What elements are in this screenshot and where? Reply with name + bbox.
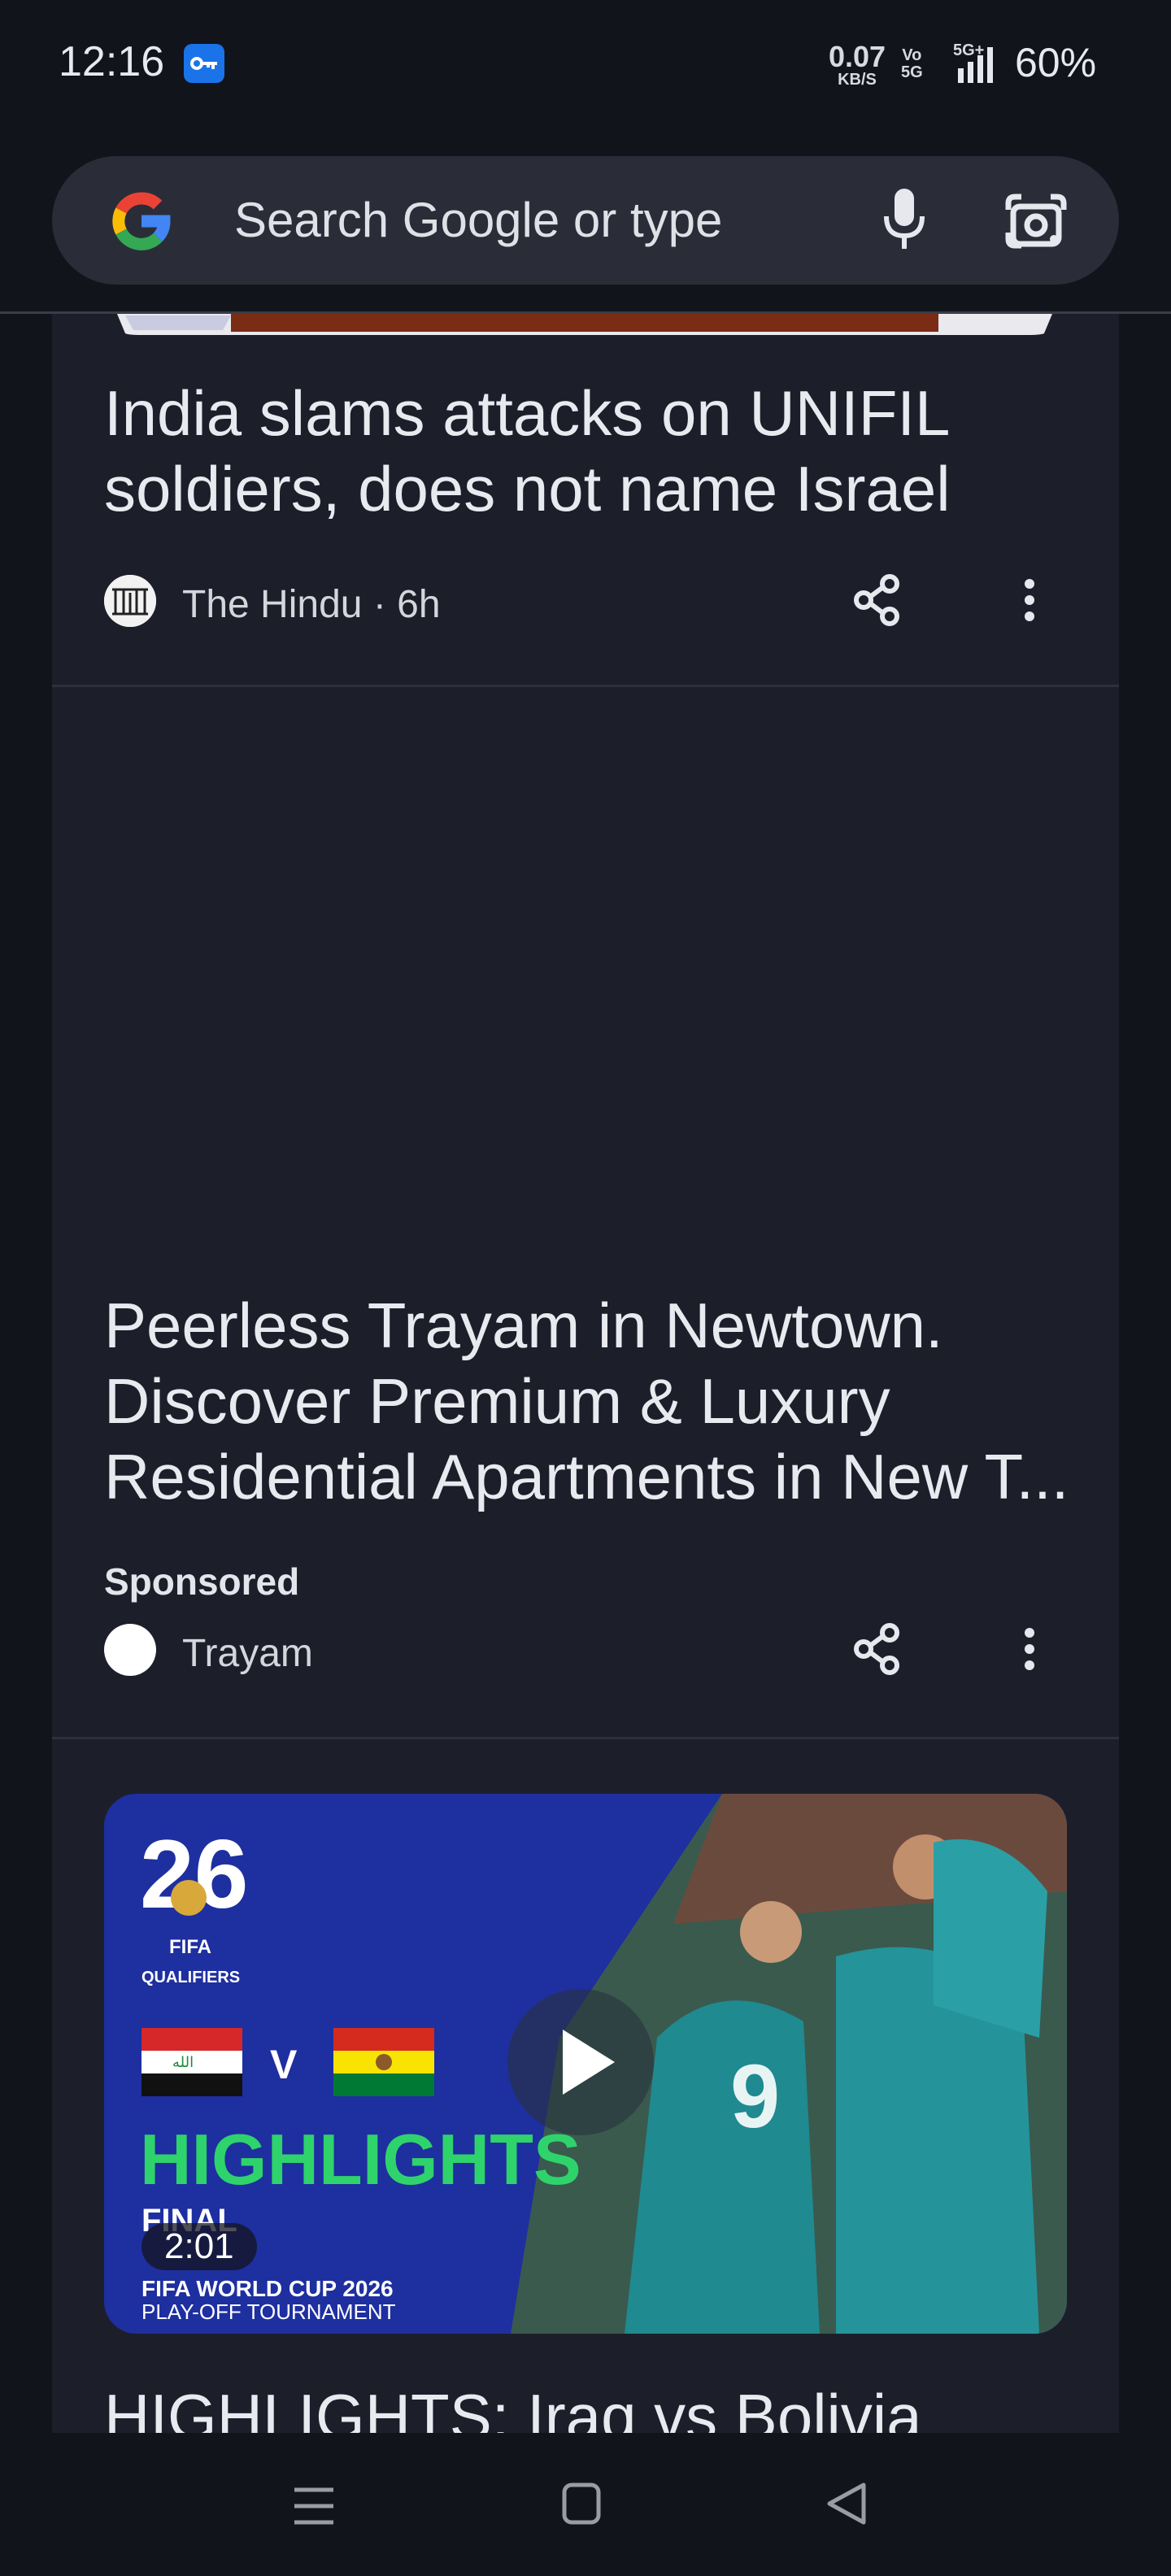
thumb-qualifiers: QUALIFIERS (141, 1969, 240, 1986)
play-icon[interactable] (507, 1989, 654, 2135)
video-headline[interactable]: HIGHLIGHTS: Iraq vs Bolivia (104, 2379, 1088, 2433)
signal-icon: 5G+ (953, 41, 993, 83)
share-icon[interactable] (852, 574, 901, 626)
article-meta: The Hindu · 6h (182, 582, 441, 627)
article-time: 6h (397, 583, 441, 626)
share-icon[interactable] (852, 1623, 901, 1675)
status-bar: 12:16 0.07 KB/S Vo 5G 5G+ 60% (0, 0, 1171, 130)
meta-separator: · (372, 583, 398, 626)
thumb-jersey-number: 9 (730, 2047, 780, 2147)
thumb-tournament-1: FIFA WORLD CUP 2026 (141, 2276, 394, 2301)
article-headline[interactable]: India slams attacks on UNIFIL soldiers, … (104, 376, 1088, 527)
video-thumbnail[interactable]: 9 26 FIFA QUALIFIERS الله V HIGHLIGHTS F… (104, 1794, 1067, 2334)
ad-image-placeholder[interactable] (52, 687, 1119, 1191)
home-icon[interactable] (561, 2482, 602, 2526)
the-hindu-logo-icon (104, 575, 156, 627)
trayam-logo-icon (104, 1624, 156, 1676)
svg-text:الله: الله (172, 2054, 194, 2071)
more-options-icon[interactable] (1021, 1628, 1038, 1670)
previous-article-image (52, 314, 1119, 335)
volte-indicator: Vo 5G (901, 47, 923, 81)
search-input[interactable]: Search Google or type (234, 192, 722, 248)
volte-bottom: 5G (901, 63, 923, 81)
thumb-fifa: FIFA (169, 1936, 211, 1958)
recent-apps-icon[interactable] (293, 2485, 335, 2527)
vpn-key-icon (184, 44, 224, 83)
ad-headline[interactable]: Peerless Trayam in Newtown. Discover Pre… (104, 1288, 1088, 1515)
card-divider (52, 1737, 1119, 1739)
article-source: The Hindu (182, 583, 363, 626)
thumb-versus: V (270, 2042, 298, 2087)
news-feed[interactable]: India slams attacks on UNIFIL soldiers, … (52, 314, 1119, 2433)
ad-source-row: Trayam (104, 1621, 1080, 1678)
thumb-tournament-2: PLAY-OFF TOURNAMENT (141, 2300, 396, 2324)
camera-lens-icon[interactable] (1003, 189, 1069, 254)
more-options-icon[interactable] (1021, 579, 1038, 621)
network-speed-unit: KB/S (838, 71, 877, 89)
back-icon[interactable] (825, 2480, 868, 2527)
status-time: 12:16 (59, 38, 165, 85)
network-speed-value: 0.07 (828, 40, 886, 73)
search-bar[interactable]: Search Google or type (52, 156, 1119, 285)
sponsored-label: Sponsored (104, 1560, 300, 1603)
google-logo-icon (112, 192, 171, 250)
system-nav-bar (0, 2433, 1171, 2576)
ad-source: Trayam (182, 1632, 313, 1675)
video-duration: 2:01 (141, 2223, 257, 2270)
network-speed: 0.07 KB/S (823, 40, 891, 89)
article-source-row: The Hindu · 6h (104, 572, 1080, 629)
battery-level: 60% (1015, 40, 1097, 85)
mic-icon[interactable] (880, 185, 929, 254)
volte-top: Vo (902, 46, 922, 64)
